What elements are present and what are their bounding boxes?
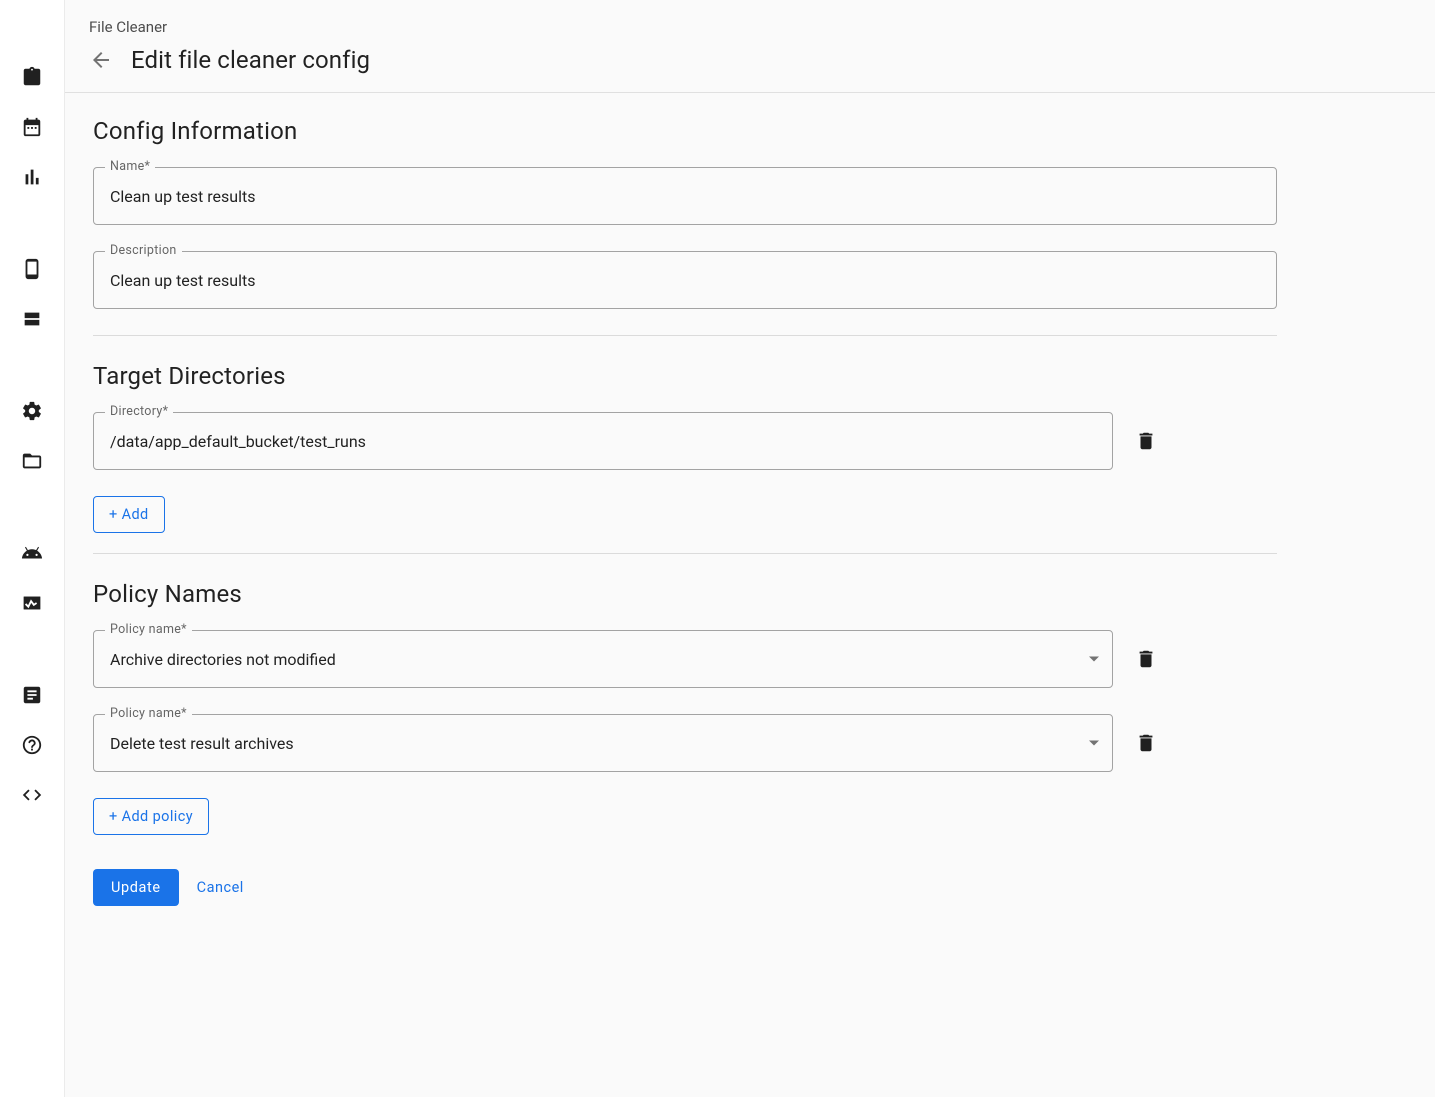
policy-select-0[interactable]: Archive directories not modified [93,630,1113,688]
cancel-button[interactable]: Cancel [197,879,244,896]
form-actions: Update Cancel [93,869,1277,906]
topbar: File Cleaner Edit file cleaner config [65,0,1435,93]
name-label: Name* [105,159,155,174]
directory-input[interactable] [93,412,1113,470]
directory-row: Directory* [93,412,1277,470]
delete-icon[interactable] [1135,430,1157,452]
policy-select-1[interactable]: Delete test result archives [93,714,1113,772]
delete-icon[interactable] [1135,732,1157,754]
description-field: Description [93,251,1277,309]
section-heading-targets: Target Directories [93,362,1277,390]
title-row: Edit file cleaner config [89,46,1411,74]
add-directory-button[interactable]: + Add [93,496,165,533]
update-button[interactable]: Update [93,869,179,906]
policy-row: Policy name* Archive directories not mod… [93,630,1277,688]
android-icon[interactable] [20,541,44,565]
policy-label: Policy name* [105,622,192,637]
gear-icon[interactable] [20,399,44,423]
barchart-icon[interactable] [20,165,44,189]
policy-label: Policy name* [105,706,192,721]
clipboard-icon[interactable] [20,65,44,89]
policy-value: Archive directories not modified [110,650,336,669]
section-heading-policies: Policy Names [93,580,1277,608]
breadcrumb: File Cleaner [89,18,1411,36]
folder-icon[interactable] [20,449,44,473]
add-policy-row: + Add policy [93,798,1277,835]
name-field: Name* [93,167,1277,225]
page-title: Edit file cleaner config [131,46,370,74]
policy-row: Policy name* Delete test result archives [93,714,1277,772]
help-icon[interactable] [20,733,44,757]
add-directory-row: + Add [93,496,1277,533]
description-input[interactable] [93,251,1277,309]
policy-field: Policy name* Delete test result archives [93,714,1113,772]
description-label: Description [105,243,182,258]
policy-value: Delete test result archives [110,734,294,753]
delete-icon[interactable] [1135,648,1157,670]
activity-icon[interactable] [20,591,44,615]
name-input[interactable] [93,167,1277,225]
main-panel: File Cleaner Edit file cleaner config Co… [64,0,1435,1097]
divider [93,335,1277,336]
back-arrow-icon[interactable] [89,48,113,72]
code-icon[interactable] [20,783,44,807]
directory-label: Directory* [105,404,173,419]
phone-icon[interactable] [20,257,44,281]
divider [93,553,1277,554]
policy-field: Policy name* Archive directories not mod… [93,630,1113,688]
section-heading-config: Config Information [93,117,1277,145]
content: Config Information Name* Description Tar… [65,93,1305,946]
calendar-icon[interactable] [20,115,44,139]
directory-field: Directory* [93,412,1113,470]
storage-icon[interactable] [20,307,44,331]
note-icon[interactable] [20,683,44,707]
sidebar [0,0,64,1097]
add-policy-button[interactable]: + Add policy [93,798,209,835]
